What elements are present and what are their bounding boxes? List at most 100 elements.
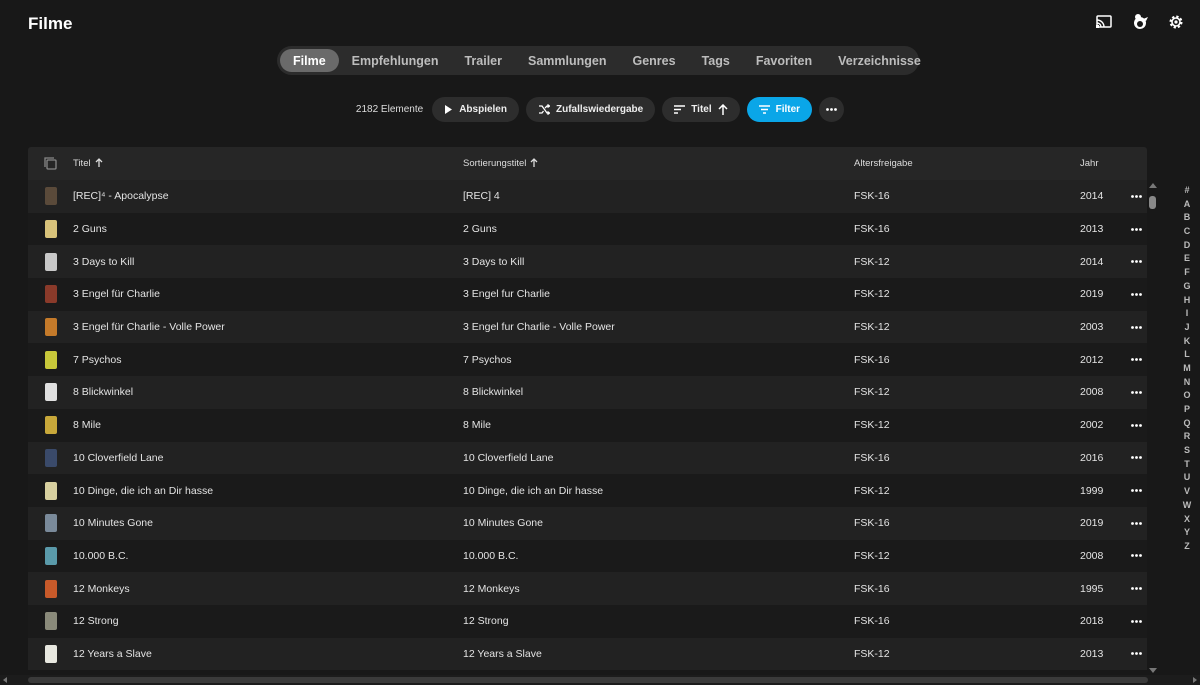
cell-title[interactable]: 3 Engel für Charlie — [73, 288, 463, 300]
alpha-jump-e[interactable]: E — [1184, 252, 1190, 266]
alpha-jump-n[interactable]: N — [1184, 376, 1191, 390]
row-more-icon[interactable] — [1125, 325, 1147, 329]
row-more-icon[interactable] — [1125, 587, 1147, 590]
movie-poster-thumbnail[interactable] — [44, 546, 57, 565]
movie-poster-thumbnail[interactable] — [44, 612, 57, 631]
table-row[interactable]: 7 Psychos 7 Psychos FSK-16 2012 — [28, 343, 1147, 377]
alpha-jump-a[interactable]: A — [1184, 198, 1191, 212]
cell-title[interactable]: 10 Dinge, die ich an Dir hasse — [73, 485, 463, 497]
row-more-icon[interactable] — [1125, 391, 1147, 394]
cell-title[interactable]: 12 Years a Slave — [73, 648, 463, 660]
cell-title[interactable]: 10 Minutes Gone — [73, 517, 463, 529]
alpha-jump-s[interactable]: S — [1184, 444, 1190, 458]
table-row[interactable]: 12 Monkeys 12 Monkeys FSK-16 1995 — [28, 572, 1147, 605]
tab-empfehlungen[interactable]: Empfehlungen — [339, 49, 452, 72]
row-more-icon[interactable] — [1125, 652, 1147, 656]
alpha-jump-u[interactable]: U — [1184, 471, 1191, 485]
alpha-jump-l[interactable]: L — [1184, 348, 1190, 362]
alpha-jump-v[interactable]: V — [1184, 485, 1190, 499]
table-row[interactable]: 12 Strong 12 Strong FSK-16 2018 — [28, 604, 1147, 638]
alpha-jump-y[interactable]: Y — [1184, 526, 1190, 540]
table-row[interactable]: 8 Blickwinkel 8 Blickwinkel FSK-12 2008 — [28, 376, 1147, 409]
user-avatar-icon[interactable] — [1130, 12, 1150, 32]
tab-filme[interactable]: Filme — [280, 49, 339, 72]
horizontal-scrollbar[interactable] — [0, 675, 1200, 685]
movie-poster-thumbnail[interactable] — [44, 220, 57, 239]
row-more-icon[interactable] — [1125, 456, 1147, 460]
play-button[interactable]: Abspielen — [432, 96, 519, 122]
shuffle-button[interactable]: Zufallswiedergabe — [525, 96, 656, 122]
horizontal-scrollbar-thumb[interactable] — [28, 677, 1148, 683]
filter-button[interactable]: Filter — [746, 96, 813, 122]
column-header-age-rating[interactable]: Altersfreigabe — [854, 158, 1080, 169]
row-more-icon[interactable] — [1125, 260, 1147, 264]
movie-poster-thumbnail[interactable] — [44, 514, 57, 533]
cast-icon[interactable] — [1094, 12, 1114, 32]
alpha-jump-x[interactable]: X — [1184, 513, 1190, 527]
cell-title[interactable]: 12 Strong — [73, 615, 463, 627]
row-more-icon[interactable] — [1125, 521, 1147, 525]
cell-title[interactable]: 2 Guns — [73, 223, 463, 235]
settings-icon[interactable] — [1166, 12, 1186, 32]
cell-title[interactable]: 8 Blickwinkel — [73, 386, 463, 398]
alpha-jump-f[interactable]: F — [1184, 266, 1190, 280]
tab-trailer[interactable]: Trailer — [451, 49, 515, 72]
cell-title[interactable]: 3 Days to Kill — [73, 256, 463, 268]
movie-poster-thumbnail[interactable] — [44, 416, 57, 435]
row-more-icon[interactable] — [1125, 423, 1147, 427]
table-row[interactable]: 8 Mile 8 Mile FSK-12 2002 — [28, 408, 1147, 442]
table-row[interactable]: 10 Minutes Gone 10 Minutes Gone FSK-16 2019 — [28, 506, 1147, 540]
cell-title[interactable]: 8 Mile — [73, 419, 463, 431]
alpha-jump-d[interactable]: D — [1184, 239, 1191, 253]
table-row[interactable]: 3 Engel für Charlie 3 Engel fur Charlie FS… — [28, 278, 1147, 311]
alpha-jump-r[interactable]: R — [1184, 430, 1191, 444]
row-more-icon[interactable] — [1125, 489, 1147, 492]
movie-poster-thumbnail[interactable] — [44, 448, 57, 467]
row-more-icon[interactable] — [1125, 358, 1147, 362]
movie-poster-thumbnail[interactable] — [44, 481, 57, 500]
tab-genres[interactable]: Genres — [620, 49, 689, 72]
select-all-icon[interactable] — [28, 157, 73, 170]
table-row[interactable]: 12 Years a Slave 12 Years a Slave FSK-12 20… — [28, 637, 1147, 671]
table-row[interactable]: 10.000 B.C. 10.000 B.C. FSK-12 2008 — [28, 539, 1147, 573]
movie-poster-thumbnail[interactable] — [44, 350, 57, 369]
alpha-jump-h[interactable]: H — [1184, 294, 1191, 308]
table-row[interactable]: 10 Dinge, die ich an Dir hasse 10 Dinge, … — [28, 474, 1147, 507]
alpha-jump-k[interactable]: K — [1184, 335, 1191, 349]
cell-title[interactable]: 10 Cloverfield Lane — [73, 452, 463, 464]
row-more-icon[interactable] — [1125, 227, 1147, 231]
movie-poster-thumbnail[interactable] — [44, 579, 57, 598]
cell-title[interactable]: 12 Monkeys — [73, 583, 463, 595]
vertical-scrollbar[interactable] — [1148, 181, 1158, 675]
alpha-jump-w[interactable]: W — [1183, 499, 1192, 513]
alpha-jump-m[interactable]: M — [1183, 362, 1191, 376]
alpha-jump-z[interactable]: Z — [1184, 540, 1190, 554]
row-more-icon[interactable] — [1125, 194, 1147, 198]
alpha-jump-c[interactable]: C — [1184, 225, 1191, 239]
movie-poster-thumbnail[interactable] — [44, 383, 57, 402]
movie-poster-thumbnail[interactable] — [44, 252, 57, 271]
cell-title[interactable]: 10.000 B.C. — [73, 550, 463, 562]
tab-verzeichnisse[interactable]: Verzeichnisse — [825, 49, 934, 72]
scroll-down-arrow-icon[interactable] — [1149, 668, 1157, 673]
alpha-jump-i[interactable]: I — [1186, 307, 1189, 321]
movie-poster-thumbnail[interactable] — [44, 318, 57, 337]
alpha-jump-g[interactable]: G — [1183, 280, 1190, 294]
cell-title[interactable]: 3 Engel für Charlie - Volle Power — [73, 321, 463, 333]
movie-poster-thumbnail[interactable] — [44, 285, 57, 304]
alpha-jump-q[interactable]: Q — [1183, 417, 1190, 431]
tab-tags[interactable]: Tags — [689, 49, 743, 72]
table-row[interactable]: 3 Engel für Charlie - Volle Power 3 Engel… — [28, 310, 1147, 344]
tab-sammlungen[interactable]: Sammlungen — [515, 49, 620, 72]
table-row[interactable]: 2 Guns 2 Guns FSK-16 2013 — [28, 212, 1147, 246]
more-options-button[interactable] — [819, 96, 845, 122]
table-row[interactable]: 3 Days to Kill 3 Days to Kill FSK-12 2014 — [28, 245, 1147, 279]
alpha-jump-p[interactable]: P — [1184, 403, 1190, 417]
scroll-right-arrow-icon[interactable] — [1193, 677, 1197, 683]
cell-title[interactable]: 7 Psychos — [73, 354, 463, 366]
alpha-jump-o[interactable]: O — [1183, 389, 1190, 403]
scroll-up-arrow-icon[interactable] — [1149, 183, 1157, 188]
column-header-year[interactable]: Jahr — [1080, 158, 1125, 169]
alpha-jump-b[interactable]: B — [1184, 211, 1191, 225]
tab-favoriten[interactable]: Favoriten — [743, 49, 825, 72]
